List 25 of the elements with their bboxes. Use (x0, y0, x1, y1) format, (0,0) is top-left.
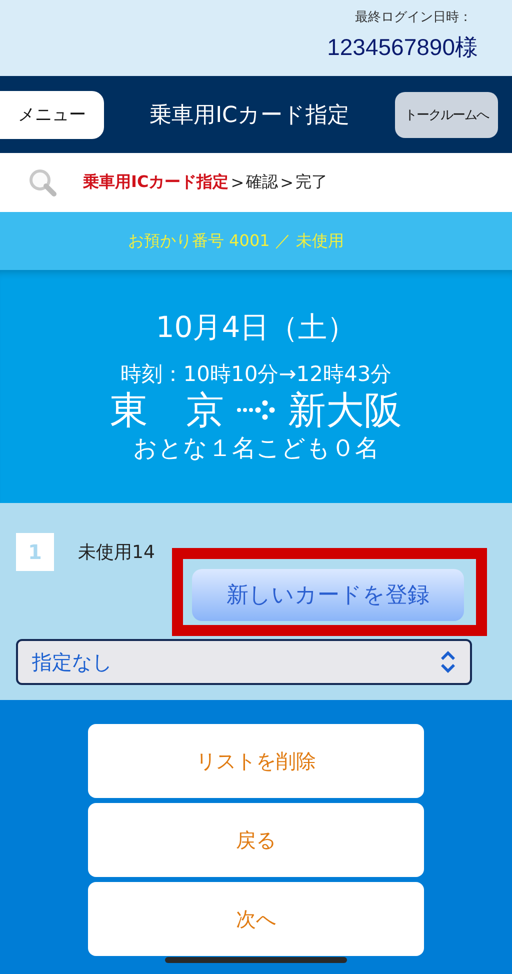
card-select[interactable]: 指定なし (16, 639, 472, 685)
register-card-button[interactable]: 新しいカードを登録 (192, 569, 464, 621)
trip-time: 時刻：10時10分→12時43分 (120, 361, 392, 388)
action-button[interactable]: 戻る (88, 803, 424, 877)
breadcrumb-separator: > (280, 173, 294, 192)
action-button[interactable]: リストを削除 (88, 724, 424, 798)
passenger-count: おとな１名こども０名 (133, 433, 379, 464)
seat-number: 1 (16, 533, 54, 571)
seat-label: 未使用14 (78, 541, 155, 564)
menu-button[interactable]: メニュー (0, 90, 104, 138)
reservation-number: お預かり番号 4001 ／ 未使用 (128, 230, 344, 252)
search-icon (27, 166, 59, 198)
action-button[interactable]: 次へ (88, 882, 424, 956)
breadcrumb-separator: > (230, 173, 244, 192)
trip-date: 10月4日（土） (156, 309, 356, 346)
chevron-updown-icon (440, 650, 456, 674)
breadcrumb-step: 完了 (296, 172, 328, 193)
last-login-label: 最終ログイン日時： (355, 9, 472, 26)
talk-room-button[interactable]: トークルームへ (394, 92, 498, 138)
user-name: 1234567890様 (327, 33, 478, 62)
breadcrumb-step: 確認 (246, 172, 278, 193)
departure-station: 東 京 (110, 388, 224, 432)
arrival-station: 新大阪 (288, 388, 402, 432)
page-title: 乗車用ICカード指定 (150, 102, 350, 130)
breadcrumb-step: 乗車用ICカード指定 (83, 172, 229, 193)
